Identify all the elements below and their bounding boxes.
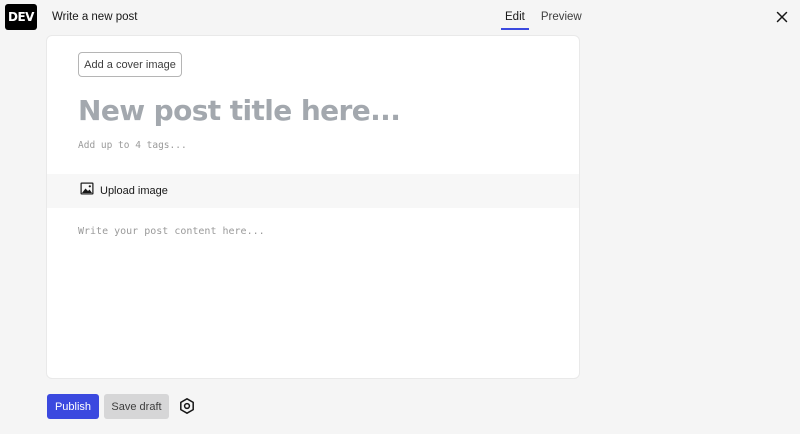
tab-preview[interactable]: Preview [537, 0, 586, 30]
publish-button[interactable]: Publish [47, 394, 99, 419]
save-draft-button[interactable]: Save draft [104, 394, 169, 419]
post-editor: Add a cover image New post title here...… [47, 36, 579, 378]
tab-edit[interactable]: Edit [501, 0, 529, 30]
upload-image-button[interactable]: Upload image [80, 182, 168, 200]
editor-toolbar: Upload image [47, 174, 579, 208]
editor-tabs: Edit Preview [501, 0, 594, 32]
settings-hexagon-icon[interactable] [178, 397, 196, 415]
close-icon[interactable] [774, 9, 790, 25]
dev-logo[interactable]: DEV [5, 4, 37, 30]
tags-input[interactable]: Add up to 4 tags... [78, 140, 187, 151]
image-icon [80, 182, 94, 200]
add-cover-image-button[interactable]: Add a cover image [78, 52, 182, 77]
upload-image-label: Upload image [100, 185, 168, 197]
page-title: Write a new post [52, 11, 138, 23]
top-bar: DEV Write a new post Edit Preview [0, 0, 800, 36]
post-title-input[interactable]: New post title here... [78, 94, 401, 127]
post-body-input[interactable]: Write your post content here... [78, 226, 265, 237]
